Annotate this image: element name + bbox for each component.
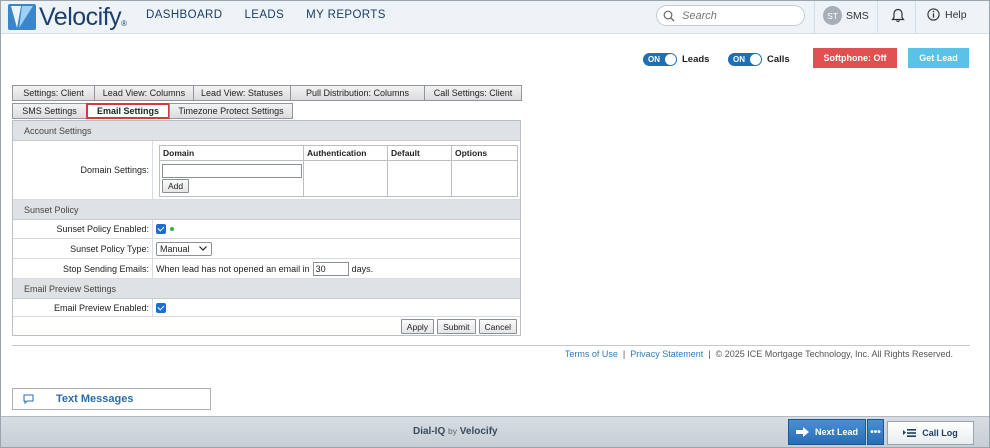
email-preview-checkbox[interactable]: [156, 302, 166, 313]
cancel-button[interactable]: Cancel: [478, 319, 517, 334]
column-authentication: Authentication: [304, 146, 388, 160]
domain-cell: Add: [160, 161, 304, 196]
footer-links: Terms of Use | Privacy Statement | © 202…: [564, 349, 953, 359]
get-lead-button[interactable]: Get Lead: [908, 48, 969, 68]
chevron-down-icon: [199, 246, 207, 251]
column-default: Default: [388, 146, 452, 160]
call-log-button[interactable]: Call Log: [887, 421, 974, 445]
form-actions: Apply Submit Cancel: [400, 319, 517, 334]
tab-timezone-protect-settings[interactable]: Timezone Protect Settings: [169, 103, 293, 119]
sunset-type-label: Sunset Policy Type:: [13, 239, 153, 258]
text-messages-label: Text Messages: [56, 393, 134, 405]
info-icon: [927, 8, 940, 21]
leads-toggle-label: Leads: [682, 54, 710, 65]
terms-of-use-link[interactable]: Terms of Use: [565, 349, 618, 359]
sunset-type-row: Sunset Policy Type: Manual: [13, 239, 520, 259]
chat-bubble-icon: [23, 394, 34, 404]
velocify-logo[interactable]: Velocify ®: [8, 2, 128, 31]
tab-pull-distribution-columns[interactable]: Pull Distribution: Columns: [290, 85, 425, 101]
nav-my-reports[interactable]: MY REPORTS: [306, 9, 386, 21]
search-box[interactable]: [656, 5, 805, 26]
dial-iq-brand: Dial-IQ by Velocify: [413, 426, 498, 437]
next-lead-button[interactable]: Next Lead: [788, 419, 866, 445]
sunset-type-select[interactable]: Manual: [156, 241, 212, 256]
logo-registered-mark: ®: [121, 19, 128, 28]
status-indicator-dot: [170, 227, 174, 231]
leads-toggle[interactable]: ON: [643, 53, 677, 66]
stop-sending-prefix: When lead has not opened an email in: [156, 263, 310, 274]
user-avatar: ST: [823, 6, 842, 25]
tab-lead-view-columns[interactable]: Lead View: Columns: [94, 85, 194, 101]
column-options: Options: [455, 148, 488, 158]
column-domain: Domain: [160, 146, 304, 160]
calls-toggle-label: Calls: [767, 54, 790, 65]
velocify-logo-icon: [8, 4, 36, 30]
calls-toggle-group: ON Calls: [728, 53, 790, 66]
copyright-text: © 2025 ICE Mortgage Technology, Inc. All…: [715, 349, 953, 359]
domain-table-row: Add: [160, 161, 517, 196]
domain-settings-row: Domain Settings: Domain Authentication D…: [13, 141, 520, 200]
email-settings-panel: Account Settings Domain Settings: Domain…: [12, 120, 521, 336]
default-cell: [388, 161, 452, 196]
header-divider: [877, 1, 878, 33]
main-nav: DASHBOARD LEADS MY REPORTS: [146, 9, 386, 21]
email-preview-label: Email Preview Enabled:: [13, 299, 153, 316]
stop-sending-row: Stop Sending Emails: When lead has not o…: [13, 259, 520, 279]
stop-sending-suffix: days.: [351, 263, 374, 274]
domain-table-header: Domain Authentication Default Options: [160, 146, 517, 161]
sunset-enabled-label: Sunset Policy Enabled:: [13, 220, 153, 238]
text-messages-panel[interactable]: Text Messages: [12, 388, 211, 410]
tab-settings-client[interactable]: Settings: Client: [12, 85, 95, 101]
stop-sending-label: Stop Sending Emails:: [13, 259, 153, 278]
tab-sms-settings[interactable]: SMS Settings: [12, 103, 87, 119]
arrow-right-icon: [795, 427, 809, 437]
notifications-bell-icon[interactable]: [891, 8, 905, 26]
privacy-statement-link[interactable]: Privacy Statement: [630, 349, 703, 359]
header-divider: [915, 1, 916, 33]
list-icon: [903, 429, 917, 437]
submit-button[interactable]: Submit: [437, 319, 476, 334]
email-preview-row: Email Preview Enabled:: [13, 299, 520, 317]
apply-button[interactable]: Apply: [400, 319, 435, 334]
sms-menu[interactable]: ST SMS: [823, 6, 869, 25]
nav-leads[interactable]: LEADS: [244, 9, 284, 21]
calls-toggle[interactable]: ON: [728, 53, 762, 66]
account-settings-header: Account Settings: [13, 121, 520, 141]
settings-tabs-row-2: SMS Settings Email Settings Timezone Pro…: [12, 103, 293, 119]
tab-lead-view-statuses[interactable]: Lead View: Statuses: [193, 85, 291, 101]
domain-settings-label: Domain Settings:: [13, 141, 153, 199]
add-domain-button[interactable]: Add: [162, 179, 190, 193]
email-preview-header: Email Preview Settings: [13, 279, 520, 299]
help-label: Help: [945, 8, 967, 21]
tab-call-settings-client[interactable]: Call Settings: Client: [424, 85, 522, 101]
settings-tabs-row-1: Settings: Client Lead View: Columns Lead…: [12, 85, 522, 101]
search-input[interactable]: [682, 9, 792, 22]
search-icon: [663, 10, 675, 21]
sunset-enabled-checkbox[interactable]: [156, 224, 166, 234]
top-navigation-bar: Velocify ® DASHBOARD LEADS MY REPORTS ST…: [1, 1, 989, 34]
domain-input[interactable]: [162, 164, 302, 178]
footer-divider: [12, 345, 970, 346]
tab-email-settings[interactable]: Email Settings: [86, 103, 170, 119]
stop-days-input[interactable]: 30: [312, 261, 349, 276]
softphone-button[interactable]: Softphone: Off: [813, 48, 897, 68]
nav-dashboard[interactable]: DASHBOARD: [146, 9, 222, 21]
more-options-button[interactable]: •••: [867, 419, 884, 445]
help-menu[interactable]: Help: [927, 8, 967, 21]
leads-toggle-group: ON Leads: [643, 53, 709, 66]
options-cell: [452, 161, 517, 196]
domain-table: Domain Authentication Default Options Ad…: [159, 145, 518, 197]
sunset-enabled-row: Sunset Policy Enabled:: [13, 220, 520, 239]
sms-label: SMS: [846, 9, 869, 22]
authentication-cell: [304, 161, 388, 196]
logo-text: Velocify: [39, 2, 122, 31]
sunset-policy-header: Sunset Policy: [13, 200, 520, 220]
header-divider: [814, 1, 815, 33]
bottom-bar: Dial-IQ by Velocify Next Lead ••• Call L…: [1, 416, 989, 447]
